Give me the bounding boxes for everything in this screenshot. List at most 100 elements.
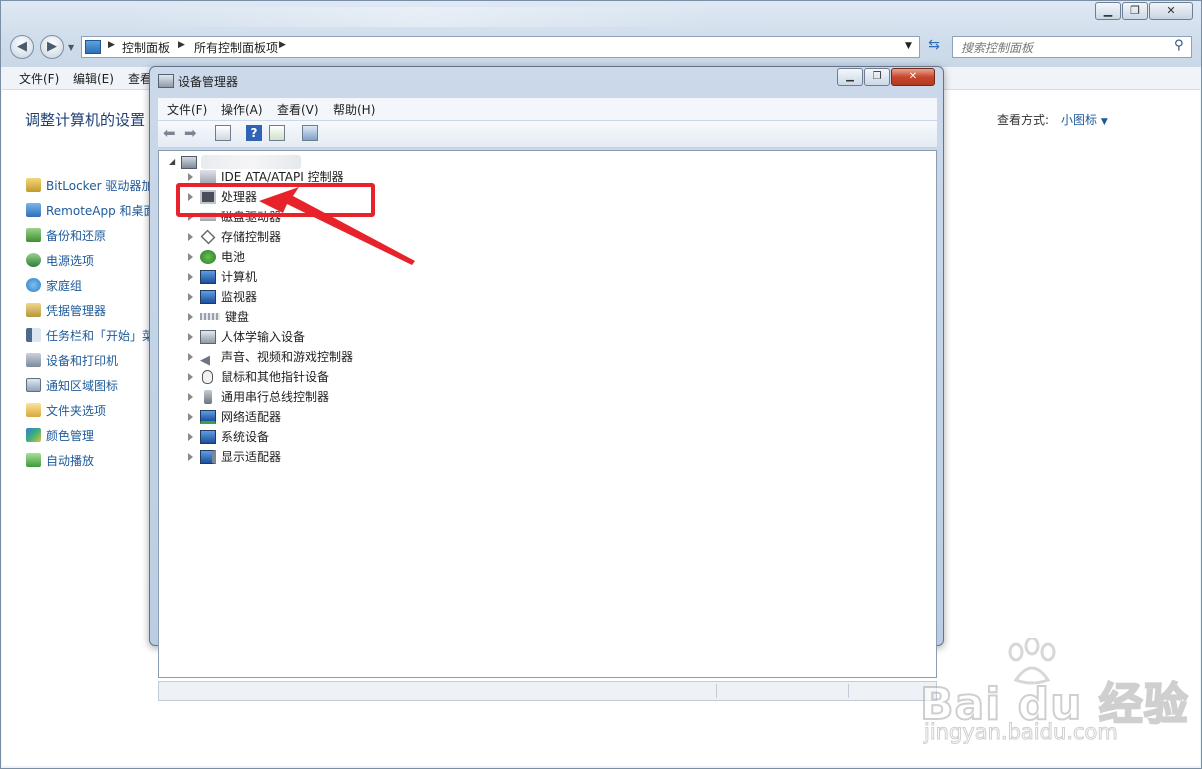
tree-item-keyboard[interactable]: 键盘 [188,307,249,327]
expand-icon[interactable] [188,173,193,181]
cp-item-label: 颜色管理 [46,429,95,443]
cp-item-bitlocker[interactable]: BitLocker 驱动器加 [26,176,153,196]
title-blur [121,7,721,27]
cp-item-label: BitLocker 驱动器加 [46,179,154,193]
scan-hardware-icon[interactable] [302,125,318,141]
tree-item-label: 通用串行总线控制器 [221,390,330,404]
battery-icon [200,250,216,264]
breadcrumb-all-items[interactable]: 所有控制面板项 [194,39,278,56]
cp-item-power[interactable]: 电源选项 [26,251,94,271]
homegroup-icon [26,278,41,292]
baidu-watermark: Bai du 经验 jingyan.baidu.com [918,638,1189,748]
refresh-icon[interactable]: ⇆ [923,37,945,57]
tree-item-system[interactable]: 系统设备 [188,427,269,447]
close-button[interactable]: ✕ [891,68,935,86]
expand-icon[interactable] [188,233,193,241]
cp-item-remoteapp[interactable]: RemoteApp 和桌面 [26,201,156,221]
cp-item-label: 自动播放 [46,454,95,468]
tree-item-sound[interactable]: ◀ 声音、视频和游戏控制器 [188,347,354,368]
forward-arrow-icon[interactable]: ➡ [184,125,200,141]
cp-item-label: 通知区域图标 [46,379,119,393]
view-by-dropdown[interactable]: 小图标 ▼ [1061,111,1108,128]
maximize-button[interactable]: ❐ [1122,2,1148,20]
color-management-icon [26,428,41,442]
view-by-label: 查看方式: [997,113,1050,127]
search-input[interactable]: 搜索控制面板 ⚲ [952,36,1192,58]
expand-icon[interactable] [188,313,193,321]
tree-item-computer[interactable]: 计算机 [188,267,257,287]
monitor-icon [200,290,216,304]
help-icon[interactable]: ? [246,125,262,141]
forward-button[interactable]: ▶ [40,35,64,59]
keyboard-icon [200,313,220,320]
expand-icon[interactable] [188,413,193,421]
autoplay-icon [26,453,41,467]
menu-view[interactable]: 查看(V) [277,101,319,118]
search-placeholder: 搜索控制面板 [961,41,1034,55]
speaker-icon: ◀ [200,353,210,368]
recent-pages-dropdown[interactable]: ▼ [68,43,74,52]
expand-icon[interactable] [188,253,193,261]
expand-icon[interactable] [188,393,193,401]
menu-file[interactable]: 文件(F) [19,70,59,87]
expand-icon[interactable] [188,453,193,461]
address-dropdown-icon[interactable]: ▼ [905,41,912,51]
tree-item-label: 键盘 [225,310,250,324]
search-icon[interactable]: ⚲ [1174,38,1184,53]
address-bar[interactable]: ▶ 控制面板 ▶ 所有控制面板项 ▶ ▼ [81,36,920,58]
expand-icon[interactable] [188,333,193,341]
back-arrow-icon[interactable]: ⬅ [163,125,179,141]
minimize-button[interactable]: ▁ [837,68,863,86]
cp-item-folder-options[interactable]: 文件夹选项 [26,401,106,421]
minimize-button[interactable]: ▁ [1095,2,1121,20]
mouse-icon [202,370,213,384]
expand-icon[interactable] [188,373,193,381]
status-divider [848,684,849,698]
tree-item-mouse[interactable]: 鼠标和其他指针设备 [188,367,329,387]
tree-item-label: 人体学输入设备 [221,330,306,344]
device-manager-icon [158,74,174,88]
expand-icon[interactable] [188,353,193,361]
tree-item-label: 声音、视频和游戏控制器 [221,350,354,364]
tree-item-label: 电池 [221,250,246,264]
cp-item-notification[interactable]: 通知区域图标 [26,376,118,396]
menu-help[interactable]: 帮助(H) [333,101,375,118]
collapse-root-icon[interactable]: ◢ [169,157,175,166]
cp-item-label: 家庭组 [46,279,83,293]
cp-item-backup[interactable]: 备份和还原 [26,226,106,246]
cp-item-autoplay[interactable]: 自动播放 [26,451,94,471]
close-button[interactable]: ✕ [1149,2,1193,20]
maximize-button[interactable]: ❐ [864,68,890,86]
cp-item-taskbar[interactable]: 任务栏和「开始」菜 [26,326,154,346]
expand-icon[interactable] [188,293,193,301]
notification-icon [26,378,41,392]
menu-action[interactable]: 操作(A) [221,101,263,118]
breadcrumb-control-panel[interactable]: 控制面板 [122,39,170,56]
breadcrumb-separator-icon: ▶ [279,40,286,50]
tree-item-monitor[interactable]: 监视器 [188,287,257,307]
expand-icon[interactable] [188,433,193,441]
taskbar-icon [26,328,41,342]
watermark-url: jingyan.baidu.com [924,720,1119,745]
menu-bar: 文件(F) 操作(A) 查看(V) 帮助(H) [158,98,937,120]
device-manager-window: 设备管理器 ▁ ❐ ✕ 文件(F) 操作(A) 查看(V) 帮助(H) ⬅ ➡ … [149,66,944,701]
tree-item-usb[interactable]: 通用串行总线控制器 [188,387,329,407]
bitlocker-icon [26,178,41,192]
update-driver-icon[interactable] [269,125,285,141]
menu-file[interactable]: 文件(F) [167,101,207,118]
tree-item-network[interactable]: 网络适配器 [188,407,281,427]
tree-item-display[interactable]: 显示适配器 [188,447,281,467]
cp-item-label: 任务栏和「开始」菜 [46,329,155,343]
tree-item-battery[interactable]: 电池 [188,247,245,267]
tree-item-label: 鼠标和其他指针设备 [221,370,330,384]
back-button[interactable]: ◀ [10,35,34,59]
menu-edit[interactable]: 编辑(E) [73,70,114,87]
cp-item-devices-printers[interactable]: 设备和打印机 [26,351,118,371]
cp-item-homegroup[interactable]: 家庭组 [26,276,82,296]
properties-icon[interactable] [215,125,231,141]
control-panel-icon [85,40,101,54]
cp-item-credentials[interactable]: 凭据管理器 [26,301,106,321]
cp-item-color-management[interactable]: 颜色管理 [26,426,94,446]
expand-icon[interactable] [188,273,193,281]
tree-item-hid[interactable]: 人体学输入设备 [188,327,305,347]
